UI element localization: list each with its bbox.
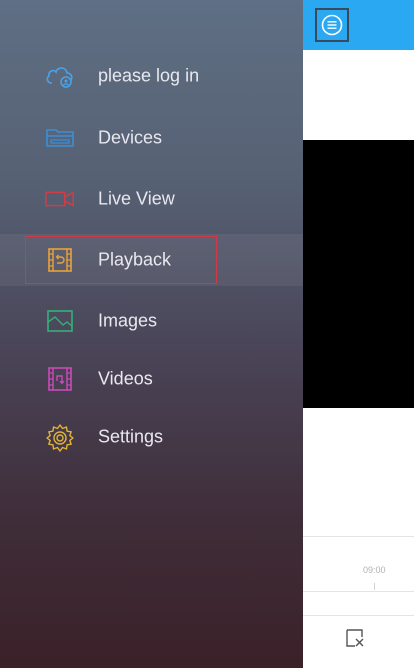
toolbar-divider: [300, 615, 414, 616]
menu-toggle-button[interactable]: [315, 8, 349, 42]
drawer-item-label: please log in: [98, 65, 200, 86]
image-icon: [44, 307, 76, 335]
timeline-divider: [300, 536, 414, 537]
drawer-item-label: Devices: [98, 127, 163, 148]
drawer-item-devices[interactable]: Devices: [0, 112, 303, 164]
drawer-item-images[interactable]: Images: [0, 295, 303, 347]
video-file-icon: [44, 365, 76, 393]
timeline-time-label: 09:00: [363, 565, 386, 575]
close-window-icon: [346, 629, 364, 647]
drawer-item-login[interactable]: please log in: [0, 50, 303, 102]
cloud-user-icon: [44, 62, 76, 90]
timeline-divider: [300, 591, 414, 592]
video-player[interactable]: [300, 140, 414, 408]
drawer-item-label: Live View: [98, 188, 175, 209]
gear-icon: [44, 423, 76, 452]
navigation-drawer: please log in Devices Live View Playback…: [0, 0, 303, 668]
close-video-button[interactable]: [342, 625, 368, 651]
drawer-item-playback[interactable]: Playback: [0, 234, 303, 286]
drawer-item-label: Images: [98, 310, 158, 331]
drawer-item-settings[interactable]: Settings: [0, 411, 303, 463]
timeline-tick: [374, 583, 375, 590]
dvr-device-icon: [44, 124, 76, 152]
drawer-item-label: Videos: [98, 368, 153, 389]
camera-icon: [44, 185, 76, 213]
drawer-item-videos[interactable]: Videos: [0, 353, 303, 405]
drawer-item-live-view[interactable]: Live View: [0, 173, 303, 225]
drawer-item-label: Settings: [98, 426, 164, 447]
film-replay-icon: [44, 246, 76, 274]
drawer-item-label: Playback: [98, 249, 172, 270]
menu-icon: [321, 14, 343, 36]
